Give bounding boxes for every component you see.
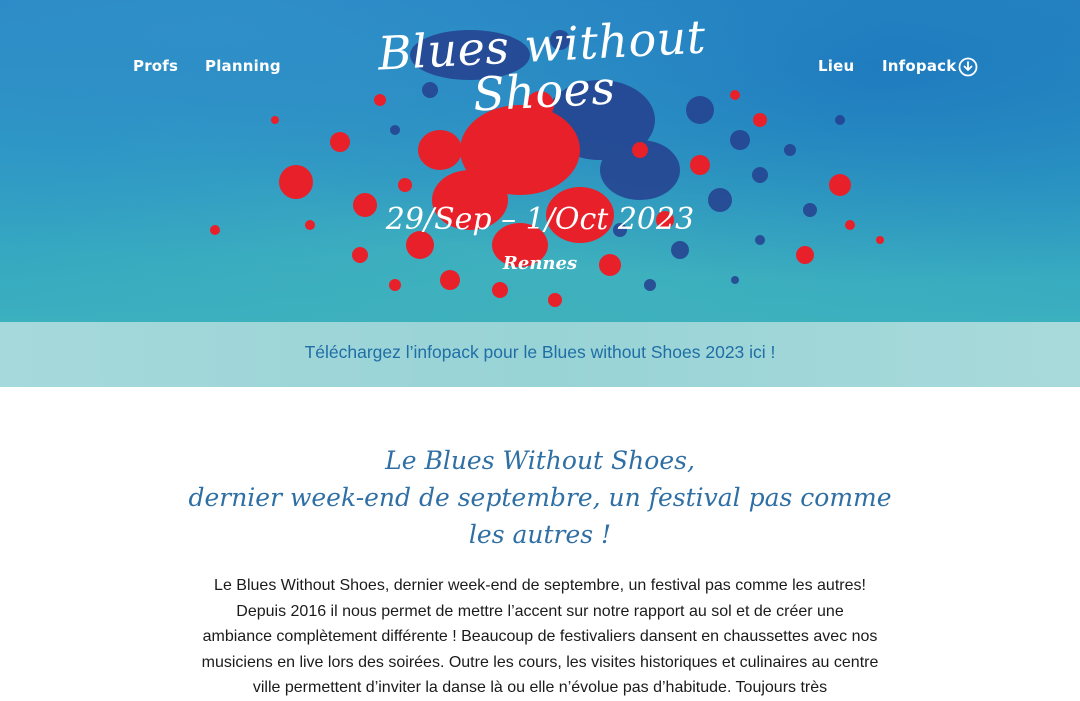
nav-link-infopack[interactable]: Infopack	[882, 57, 956, 75]
hero-header: Profs Planning Lieu Infopack Blues witho…	[0, 0, 1080, 322]
festival-dates: 29/Sep – 1/Oct 2023	[385, 202, 695, 237]
download-circle-icon[interactable]	[958, 57, 978, 77]
intro-paragraph: Le Blues Without Shoes, dernier week-end…	[201, 577, 879, 696]
infopack-banner: Téléchargez l’infopack pour le Blues wit…	[0, 322, 1080, 387]
tagline-line-3: les autres !	[468, 520, 612, 549]
tagline-line-2: dernier week-end de septembre, un festiv…	[188, 483, 892, 512]
nav-link-profs[interactable]: Profs	[133, 57, 178, 75]
main-content: Le Blues Without Shoes, dernier week-end…	[0, 387, 1080, 700]
nav-link-lieu[interactable]: Lieu	[818, 57, 854, 75]
tagline-heading: Le Blues Without Shoes, dernier week-end…	[180, 442, 900, 553]
infopack-download-link[interactable]: Téléchargez l’infopack pour le Blues wit…	[0, 342, 1080, 363]
tagline-line-1: Le Blues Without Shoes,	[385, 446, 695, 475]
festival-city: Rennes	[502, 253, 578, 274]
nav-link-planning[interactable]: Planning	[205, 57, 281, 75]
